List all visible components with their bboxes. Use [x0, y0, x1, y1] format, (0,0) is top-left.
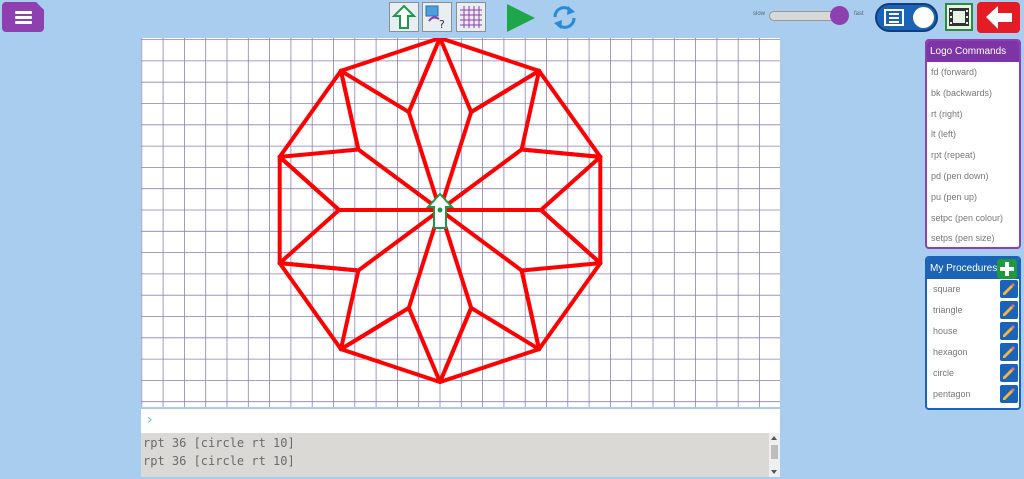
menu-icon-line: [15, 21, 32, 24]
history-scrollbar[interactable]: [769, 433, 780, 477]
console-toggle-icon: [884, 9, 904, 26]
edit-procedure-button[interactable]: [1000, 301, 1018, 319]
history-line: rpt 36 [circle rt 10]: [143, 454, 295, 468]
edit-procedure-button[interactable]: [1000, 364, 1018, 382]
command-history: rpt 36 [circle rt 10] rpt 36 [circle rt …: [141, 433, 780, 477]
procedure-item[interactable]: pentagon: [927, 384, 1019, 405]
scroll-thumb[interactable]: [771, 445, 778, 459]
command-item[interactable]: fd (forward): [927, 62, 1019, 83]
scroll-down-icon[interactable]: [771, 470, 777, 474]
pencil-icon: [1003, 325, 1015, 337]
procedure-item[interactable]: square: [927, 279, 1019, 300]
command-item[interactable]: bk (backwards): [927, 83, 1019, 104]
film-button[interactable]: [945, 3, 973, 31]
grid-lines: [141, 38, 780, 407]
menu-button[interactable]: [2, 2, 44, 32]
shape-help-button[interactable]: ?: [422, 2, 452, 32]
speed-slow-label: slow: [753, 11, 766, 17]
film-icon: [949, 8, 969, 26]
menu-icon-line: [15, 16, 32, 19]
speed-slider-knob[interactable]: [830, 6, 849, 25]
history-line: rpt 36 [circle rt 10]: [143, 436, 295, 450]
edit-procedure-button[interactable]: [1000, 343, 1018, 361]
command-item[interactable]: setps (pen size): [927, 228, 1019, 247]
menu-icon: [15, 11, 32, 14]
procedure-name: pentagon: [933, 389, 971, 399]
grid-icon: [460, 6, 482, 28]
logo-commands-panel: Logo Commands fd (forward) bk (backwards…: [925, 39, 1021, 249]
command-item[interactable]: pd (pen down): [927, 166, 1019, 187]
procedure-item[interactable]: house: [927, 321, 1019, 342]
back-arrow-icon: [986, 6, 1012, 29]
my-procedures-title: My Procedures: [930, 263, 998, 274]
procedure-name: circle: [933, 368, 955, 378]
procedure-name: triangle: [933, 305, 963, 315]
command-item[interactable]: pu (pen up): [927, 187, 1019, 208]
toggle-knob: [913, 7, 934, 28]
drawing-canvas[interactable]: [141, 38, 780, 407]
command-input[interactable]: ›: [141, 409, 780, 433]
pencil-icon: [1003, 388, 1015, 400]
command-item[interactable]: setpc (pen colour): [927, 208, 1019, 229]
console-toggle[interactable]: [875, 3, 938, 32]
add-procedure-button[interactable]: [997, 259, 1017, 279]
refresh-icon[interactable]: [551, 4, 578, 31]
procedure-name: house: [933, 326, 958, 336]
procedure-name: hexagon: [933, 347, 968, 357]
turtle-center-dot: [437, 207, 443, 213]
svg-text:?: ?: [439, 18, 445, 31]
edit-procedure-button[interactable]: [1000, 385, 1018, 403]
command-item[interactable]: lt (left): [927, 124, 1019, 145]
pencil-icon: [1003, 304, 1015, 316]
procedure-item[interactable]: triangle: [927, 300, 1019, 321]
procedure-name: square: [933, 284, 961, 294]
speed-slider[interactable]: [769, 11, 839, 21]
speed-fast-label: fast: [854, 11, 864, 17]
edit-procedure-button[interactable]: [1000, 322, 1018, 340]
pencil-icon: [1003, 346, 1015, 358]
play-icon[interactable]: [505, 3, 537, 33]
menu-corner: [36, 2, 44, 10]
scroll-up-icon[interactable]: [771, 436, 777, 440]
shape-help-icon: ?: [425, 5, 445, 31]
edit-procedure-button[interactable]: [1000, 280, 1018, 298]
grid-toggle-button[interactable]: [456, 2, 486, 32]
pencil-icon: [1003, 283, 1015, 295]
procedure-item[interactable]: hexagon: [927, 342, 1019, 363]
my-procedures-header: My Procedures: [927, 258, 1019, 279]
procedure-item[interactable]: circle: [927, 363, 1019, 384]
prompt-icon: ›: [147, 412, 153, 428]
logo-commands-title: Logo Commands: [927, 41, 1019, 62]
my-procedures-panel: My Procedures square triangle house hexa…: [925, 256, 1021, 410]
command-item[interactable]: rpt (repeat): [927, 145, 1019, 166]
back-button[interactable]: [977, 2, 1020, 33]
turtle-arrow-icon: [391, 4, 417, 29]
command-item[interactable]: rt (right): [927, 104, 1019, 125]
turtle-canvas: [141, 38, 780, 407]
top-toolbar: ? slow fast: [0, 0, 1024, 36]
pencil-icon: [1003, 367, 1015, 379]
show-turtle-button[interactable]: [389, 2, 419, 32]
